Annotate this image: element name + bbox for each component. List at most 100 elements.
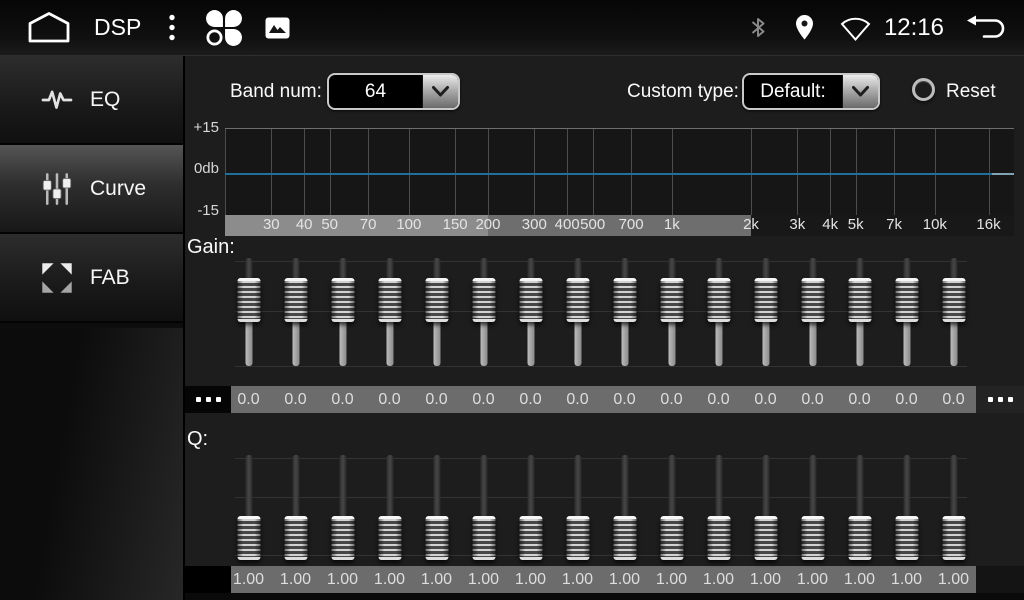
q-slider[interactable] (225, 455, 272, 560)
freq-tick-label: 50 (321, 216, 338, 233)
eq-grid-vline (225, 129, 226, 215)
q-slider[interactable] (883, 455, 930, 560)
slider-thumb[interactable] (237, 278, 260, 322)
eq-plot[interactable] (225, 128, 1014, 215)
gain-slider[interactable] (695, 258, 742, 370)
clock: 12:16 (884, 14, 944, 42)
gain-slider[interactable] (930, 258, 977, 370)
slider-thumb[interactable] (378, 516, 401, 560)
slider-thumb[interactable] (613, 278, 636, 322)
q-slider[interactable] (742, 455, 789, 560)
q-slider[interactable] (836, 455, 883, 560)
gain-slider[interactable] (460, 258, 507, 370)
gain-slider[interactable] (883, 258, 930, 370)
q-slider[interactable] (460, 455, 507, 560)
q-slider[interactable] (507, 455, 554, 560)
location-icon (794, 14, 815, 41)
slider-thumb[interactable] (613, 516, 636, 560)
slider-thumb[interactable] (707, 516, 730, 560)
q-slider-row (225, 455, 977, 560)
gain-slider[interactable] (413, 258, 460, 370)
q-slider[interactable] (930, 455, 977, 560)
home-icon[interactable] (26, 11, 72, 44)
slider-thumb[interactable] (472, 278, 495, 322)
q-slider[interactable] (695, 455, 742, 560)
slider-track-fill (245, 320, 252, 366)
reset-radio[interactable] (912, 78, 935, 101)
slider-thumb[interactable] (331, 278, 354, 322)
gain-scroll-right-button[interactable] (976, 386, 1024, 413)
q-scroll-right-button[interactable] (976, 566, 1024, 593)
gain-slider[interactable] (554, 258, 601, 370)
slider-thumb[interactable] (660, 516, 683, 560)
slider-thumb[interactable] (942, 516, 965, 560)
q-slider[interactable] (648, 455, 695, 560)
q-slider[interactable] (413, 455, 460, 560)
slider-thumb[interactable] (566, 516, 589, 560)
slider-thumb[interactable] (237, 516, 260, 560)
q-slider[interactable] (319, 455, 366, 560)
slider-thumb[interactable] (519, 278, 542, 322)
slider-thumb[interactable] (801, 278, 824, 322)
slider-thumb[interactable] (472, 516, 495, 560)
slider-thumb[interactable] (519, 516, 542, 560)
q-slider[interactable] (554, 455, 601, 560)
gain-slider[interactable] (742, 258, 789, 370)
sidebar-item-fab[interactable]: FAB (0, 234, 183, 323)
gain-value: 0.0 (272, 386, 319, 413)
gain-slider[interactable] (836, 258, 883, 370)
gain-slider[interactable] (789, 258, 836, 370)
freq-tick-label: 500 (580, 216, 605, 233)
eq-curve-line (225, 173, 992, 175)
slider-thumb[interactable] (566, 278, 589, 322)
slider-thumb[interactable] (848, 278, 871, 322)
q-slider[interactable] (601, 455, 648, 560)
eq-grid-vline (271, 129, 272, 215)
fader-arrows-icon (38, 261, 76, 295)
gain-slider[interactable] (319, 258, 366, 370)
slider-track-fill (339, 320, 346, 366)
eq-grid-vline (989, 129, 990, 215)
gain-slider[interactable] (272, 258, 319, 370)
slider-thumb[interactable] (707, 278, 730, 322)
slider-thumb[interactable] (942, 278, 965, 322)
dsp-clover-icon[interactable] (205, 9, 243, 47)
gain-value: 0.0 (319, 386, 366, 413)
q-value: 1.00 (272, 566, 319, 593)
gain-slider[interactable] (225, 258, 272, 370)
gain-slider[interactable] (507, 258, 554, 370)
slider-thumb[interactable] (378, 278, 401, 322)
slider-thumb[interactable] (284, 516, 307, 560)
gain-slider[interactable] (601, 258, 648, 370)
q-value: 1.00 (319, 566, 366, 593)
slider-thumb[interactable] (425, 278, 448, 322)
gain-slider[interactable] (366, 258, 413, 370)
sidebar-item-curve[interactable]: Curve (0, 145, 183, 234)
eq-grid-vline (856, 129, 857, 215)
slider-thumb[interactable] (331, 516, 354, 560)
slider-thumb[interactable] (895, 278, 918, 322)
q-slider[interactable] (272, 455, 319, 560)
gain-value-cells: 0.00.00.00.00.00.00.00.00.00.00.00.00.00… (225, 386, 977, 413)
gallery-icon[interactable] (265, 17, 290, 39)
freq-tick-label: 100 (396, 216, 421, 233)
sidebar-item-eq[interactable]: EQ (0, 56, 183, 145)
slider-track-fill (386, 320, 393, 366)
slider-thumb[interactable] (754, 278, 777, 322)
slider-thumb[interactable] (660, 278, 683, 322)
slider-thumb[interactable] (848, 516, 871, 560)
band-num-select[interactable]: 64 (327, 73, 460, 110)
gain-value: 0.0 (648, 386, 695, 413)
q-slider[interactable] (789, 455, 836, 560)
back-icon[interactable] (964, 14, 1008, 42)
kebab-menu-icon[interactable] (167, 13, 177, 43)
slider-thumb[interactable] (284, 278, 307, 322)
slider-thumb[interactable] (801, 516, 824, 560)
q-slider[interactable] (366, 455, 413, 560)
slider-thumb[interactable] (425, 516, 448, 560)
gain-slider[interactable] (648, 258, 695, 370)
eq-grid-vline (830, 129, 831, 215)
custom-type-select[interactable]: Default: (742, 73, 880, 110)
slider-thumb[interactable] (754, 516, 777, 560)
slider-thumb[interactable] (895, 516, 918, 560)
